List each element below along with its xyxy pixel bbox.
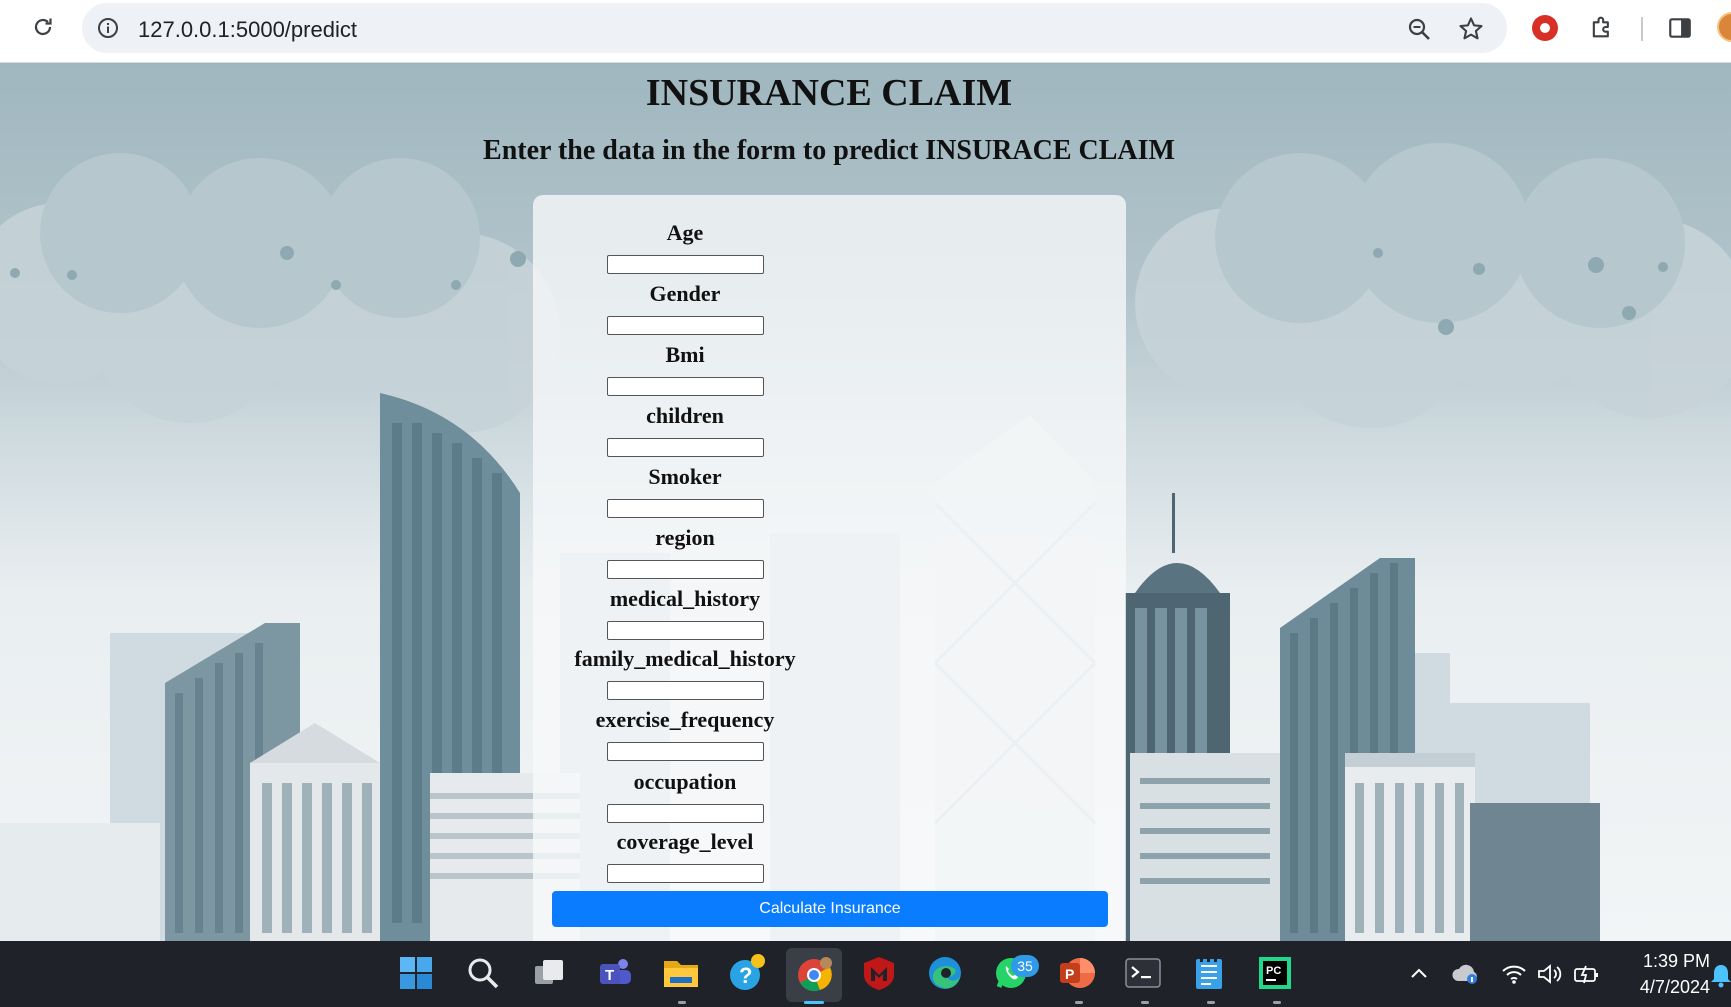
address-bar[interactable]: 127.0.0.1:5000/predict [82,3,1507,53]
chevron-up-icon[interactable] [1405,960,1433,988]
powerpoint-icon[interactable]: P [1057,953,1097,993]
smoker-input[interactable] [607,499,764,518]
family-medical-history-input[interactable] [607,681,764,700]
notification-bell-icon[interactable] [1710,962,1731,988]
svg-text:PC: PC [1266,965,1281,977]
task-view-icon[interactable] [529,953,569,993]
pycharm-icon[interactable]: PC [1255,953,1295,993]
exercise-frequency-label: exercise_frequency [595,707,775,732]
taskbar-running-indicator [1273,1001,1281,1004]
taskbar-clock-date[interactable]: 4/7/2024 [1612,977,1710,998]
chrome-icon[interactable] [786,948,842,1002]
medical-history-field-group: medical_history [533,585,837,640]
onedrive-cloud-icon[interactable] [1452,960,1480,988]
gender-input[interactable] [607,316,764,335]
occupation-input[interactable] [607,804,764,823]
reload-icon[interactable] [28,12,58,42]
children-input[interactable] [607,438,764,457]
page-title: INSURANCE CLAIM [645,72,1013,114]
insurance-form: Age Gender Bmi children Smoker region me… [533,195,1126,941]
notepad-icon[interactable] [1189,953,1229,993]
page-subtitle: Enter the data in the form to predict IN… [483,135,1175,166]
occupation-field-group: occupation [533,768,837,823]
toolbar-divider [1641,17,1643,41]
taskbar-running-indicator [678,1001,686,1004]
exercise-frequency-field-group: exercise_frequency [533,706,837,761]
region-input[interactable] [607,560,764,579]
gender-label: Gender [649,281,721,306]
svg-text:T: T [605,967,614,984]
whatsapp-unread-badge: 35 [1011,955,1039,977]
children-label: children [646,403,724,428]
browser-toolbar: 127.0.0.1:5000/predict [0,0,1731,63]
file-explorer-icon[interactable] [661,953,701,993]
edge-icon[interactable] [925,953,965,993]
teams-icon[interactable]: T [595,953,635,993]
medical-history-label: medical_history [609,586,761,611]
coverage-level-label: coverage_level [616,829,754,854]
children-field-group: children [533,402,837,457]
svg-text:P: P [1065,966,1074,982]
taskbar-active-indicator [804,1001,824,1004]
bmi-input[interactable] [607,377,764,396]
bmi-label: Bmi [665,342,705,367]
battery-charging-icon[interactable] [1573,960,1601,988]
family-medical-history-field-group: family_medical_history [533,645,837,700]
family-medical-history-label: family_medical_history [574,646,796,671]
terminal-icon[interactable] [1123,953,1163,993]
taskbar-running-indicator [1075,1001,1083,1004]
region-field-group: region [533,524,837,579]
taskbar-running-indicator [1207,1001,1215,1004]
taskbar-running-indicator [1141,1001,1149,1004]
extensions-puzzle-icon[interactable] [1588,13,1616,41]
mcafee-icon[interactable] [859,953,899,993]
age-field-group: Age [533,219,837,274]
smoker-field-group: Smoker [533,463,837,518]
page-viewport: INSURANCE CLAIM Enter the data in the fo… [0,63,1731,941]
site-info-icon[interactable] [96,16,120,40]
age-input[interactable] [607,255,764,274]
extension-red-icon[interactable] [1532,15,1558,41]
medical-history-input[interactable] [607,621,764,640]
start-windows-icon[interactable] [396,953,436,993]
occupation-label: occupation [633,769,737,794]
side-panel-icon[interactable] [1667,15,1693,41]
profile-avatar[interactable] [1717,12,1731,42]
region-label: region [655,525,715,550]
help-icon[interactable]: ? [727,953,767,993]
url-text[interactable]: 127.0.0.1:5000/predict [138,17,357,43]
svg-text:?: ? [739,963,752,988]
bmi-field-group: Bmi [533,341,837,396]
search-icon[interactable] [463,953,503,993]
age-label: Age [666,220,704,245]
coverage-level-field-group: coverage_level [533,828,837,883]
coverage-level-input[interactable] [607,864,764,883]
calculate-insurance-button[interactable]: Calculate Insurance [552,891,1108,927]
volume-icon[interactable] [1536,960,1564,988]
smoker-label: Smoker [648,464,722,489]
taskbar-clock-time[interactable]: 1:39 PM [1632,951,1710,972]
zoom-icon[interactable] [1406,16,1432,42]
wifi-icon[interactable] [1500,960,1528,988]
bookmark-star-icon[interactable] [1457,15,1485,43]
exercise-frequency-input[interactable] [607,742,764,761]
gender-field-group: Gender [533,280,837,335]
